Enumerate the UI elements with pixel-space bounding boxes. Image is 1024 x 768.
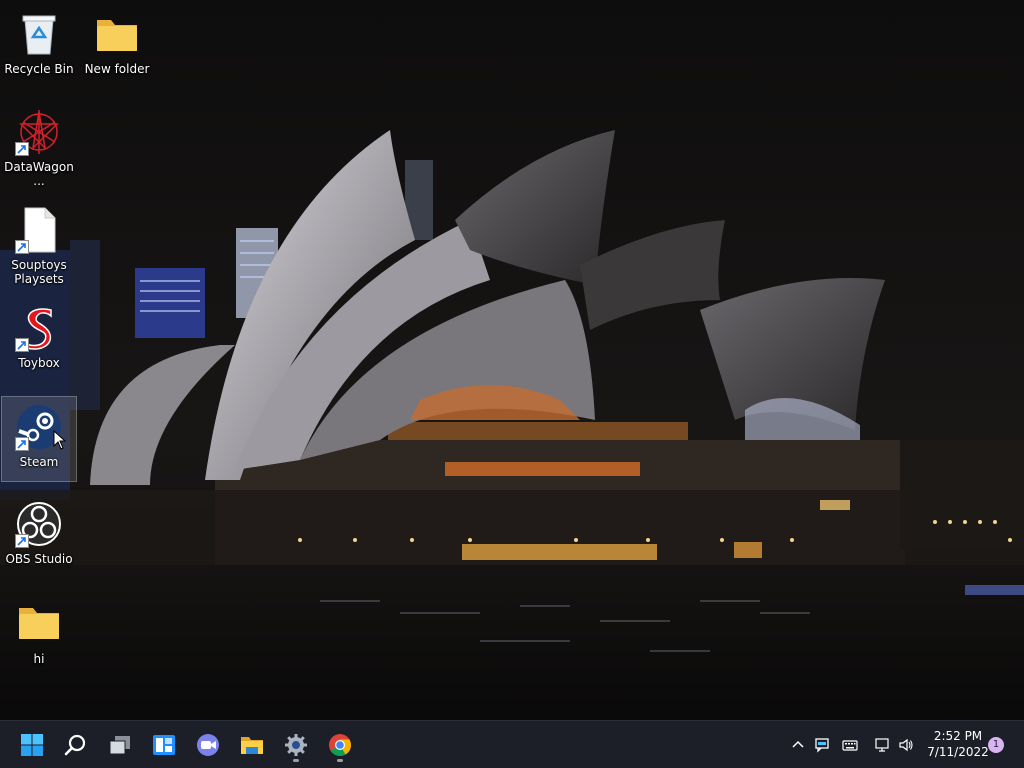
desktop-wallpaper xyxy=(0,0,1024,720)
search-button[interactable] xyxy=(58,727,94,763)
running-indicator xyxy=(337,759,343,762)
taskbar: 2:52 PM 7/11/2022 1 xyxy=(0,720,1024,768)
teams-chat-icon xyxy=(197,734,219,756)
recycle-bin-icon xyxy=(15,10,63,58)
desktop-icon-label: New folder xyxy=(84,62,150,76)
desktop-icon-hi-folder[interactable]: hi xyxy=(1,592,77,678)
desktop-icon-label: OBS Studio xyxy=(5,552,73,566)
shortcut-arrow-icon xyxy=(15,240,29,254)
desktop-icon-label: hi xyxy=(33,652,45,666)
notification-badge[interactable]: 1 xyxy=(988,737,1004,753)
show-hidden-icons-button[interactable] xyxy=(788,735,808,755)
clock-button[interactable]: 2:52 PM 7/11/2022 xyxy=(920,728,996,760)
settings-icon xyxy=(285,734,307,756)
network-button[interactable] xyxy=(872,735,892,755)
folder-icon xyxy=(93,10,141,58)
widgets-button[interactable] xyxy=(146,727,182,763)
shortcut-arrow-icon xyxy=(15,534,29,548)
mouse-cursor-icon xyxy=(53,430,67,450)
tray-message-button[interactable] xyxy=(812,735,832,755)
folder-icon xyxy=(15,598,63,646)
volume-icon xyxy=(899,738,913,752)
desktop-icon-obs-studio[interactable]: OBS Studio xyxy=(1,494,77,580)
file-icon xyxy=(15,206,63,254)
search-icon xyxy=(64,734,86,756)
desktop-icon-toybox[interactable]: Toybox xyxy=(1,298,77,384)
keyboard-icon xyxy=(842,740,858,751)
input-indicator-button[interactable] xyxy=(840,735,860,755)
shortcut-arrow-icon xyxy=(15,338,29,352)
windows-start-icon xyxy=(21,734,43,756)
file-explorer-button[interactable] xyxy=(234,727,270,763)
task-view-button[interactable] xyxy=(102,727,138,763)
settings-button[interactable] xyxy=(278,727,314,763)
desktop-icon-label: Toybox xyxy=(18,356,60,370)
widgets-icon xyxy=(153,735,175,755)
datawagon-icon xyxy=(15,108,63,156)
chrome-icon xyxy=(329,734,351,756)
obs-studio-icon xyxy=(15,500,63,548)
desktop-icon-label: Steam xyxy=(19,455,59,469)
toybox-icon xyxy=(15,304,63,352)
clock-time: 2:52 PM xyxy=(933,729,983,743)
shortcut-arrow-icon xyxy=(15,437,29,451)
task-view-icon xyxy=(109,736,130,755)
chat-button[interactable] xyxy=(190,727,226,763)
desktop-icon-label: Recycle Bin xyxy=(4,62,74,76)
chrome-button[interactable] xyxy=(322,727,358,763)
desktop-icon-datawagon[interactable]: DataWagon... xyxy=(1,102,77,188)
shortcut-arrow-icon xyxy=(15,142,29,156)
desktop-icon-label: Souptoys Playsets xyxy=(11,258,67,286)
volume-button[interactable] xyxy=(896,735,916,755)
message-icon xyxy=(815,738,829,753)
running-indicator xyxy=(293,759,299,762)
desktop-icon-label: DataWagon... xyxy=(4,160,74,188)
desktop-icon-recycle-bin[interactable]: Recycle Bin xyxy=(1,4,77,90)
chevron-up-icon xyxy=(792,740,804,748)
desktop-icon-souptoys-playsets[interactable]: Souptoys Playsets xyxy=(1,200,77,286)
clock-date: 7/11/2022 xyxy=(927,745,989,759)
desktop-icon-new-folder[interactable]: New folder xyxy=(79,4,155,90)
file-explorer-icon xyxy=(241,737,263,754)
network-icon xyxy=(875,738,889,752)
start-button[interactable] xyxy=(14,727,50,763)
